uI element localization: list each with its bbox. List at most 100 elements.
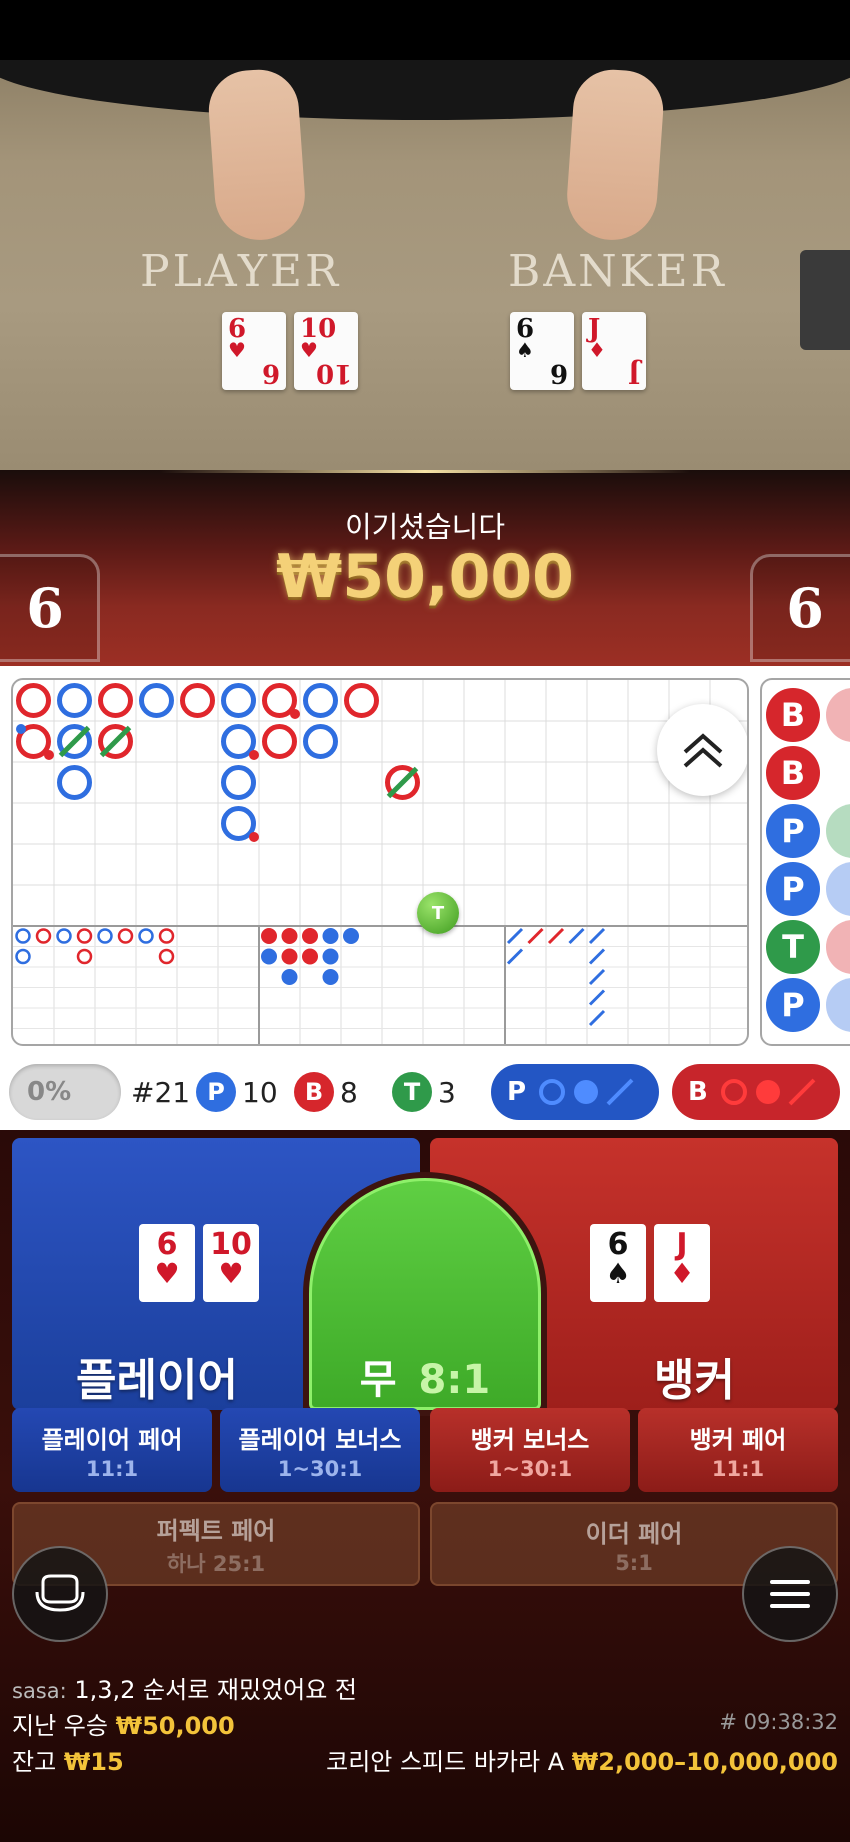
win-message: 이기셨습니다 — [344, 510, 506, 544]
tie-marker: T — [417, 892, 459, 934]
banker-bonus-bet[interactable]: 뱅커 보너스 1~30:1 — [430, 1408, 630, 1492]
last-win-line: 지난 우승 ₩50,000 — [12, 1706, 235, 1741]
expand-roadmap-button[interactable] — [657, 704, 747, 796]
round-count: #21 — [131, 1070, 190, 1114]
scoreboard-roads[interactable]: T — [11, 678, 749, 1046]
card-suit: ♥ — [228, 338, 246, 362]
card-suit: ♠ — [516, 338, 534, 362]
predict-player-label: P — [507, 1077, 527, 1107]
card-suit: ♥ — [218, 1257, 244, 1290]
banker-card-2: J ♦ — [654, 1224, 710, 1302]
card-suit: ♦ — [669, 1257, 695, 1290]
banker-score: 6 — [750, 554, 850, 662]
bead-road[interactable]: B B P P T P — [760, 678, 850, 1046]
player-bonus-bet[interactable]: 플레이어 보너스 1~30:1 — [220, 1408, 420, 1492]
predict-roads-icon — [539, 1078, 634, 1106]
player-bet-label: 플레이어 — [76, 1355, 238, 1406]
card-rank: 6 — [607, 1227, 629, 1262]
banner-glow-line — [160, 470, 690, 473]
card-rank: J — [676, 1227, 688, 1262]
tie-count: T 3 — [392, 1070, 456, 1114]
round-number: #21 — [131, 1075, 191, 1109]
banker-win-count: B 8 — [294, 1070, 358, 1114]
side-bet-odds: 1~30:1 — [277, 1456, 363, 1481]
tie-bet-surface: 무 8:1 — [309, 1178, 541, 1410]
banker-bet-label: 뱅커 — [654, 1355, 735, 1406]
table-rail — [0, 60, 850, 120]
card-rank: 6 — [156, 1227, 178, 1262]
table-banker-card-1: 6 ♠ 6 — [510, 312, 574, 390]
card-suit: ♥ — [154, 1257, 180, 1290]
side-bet-odds: 1~30:1 — [487, 1456, 573, 1481]
side-bet-odds: 5:1 — [615, 1550, 653, 1575]
bead-pill: B — [766, 746, 820, 800]
betting-area: 6 ♥ 10 ♥ 플레이어 6 ♠ J ♦ 뱅커 무 8:1 플레이어 페어 1… — [0, 1130, 850, 1842]
side-bet-name: 플레이어 보너스 — [238, 1425, 402, 1454]
tie-count-value: 3 — [438, 1075, 456, 1109]
bead-pill: P — [766, 978, 820, 1032]
last-win-label: 지난 우승 — [12, 1712, 108, 1740]
bead-pill: B — [766, 688, 820, 742]
bead-pill: P — [766, 804, 820, 858]
card-rank: 10 — [210, 1227, 252, 1262]
player-badge: P — [196, 1072, 236, 1112]
side-bet-odds: 11:1 — [711, 1456, 765, 1481]
bead-pill-ghost — [826, 688, 850, 742]
tie-bet-spot[interactable]: 무 8:1 — [303, 1172, 547, 1416]
side-bet-name: 퍼펙트 페어 — [156, 1516, 276, 1545]
roadmap-panel: T B B P P T P 0% #21 P 10 B 8 T 3 P B — [0, 666, 850, 1130]
card-rank-flipped: 6 — [549, 358, 568, 388]
chat-bubble-icon — [35, 1574, 85, 1612]
chevron-up-double-icon — [683, 733, 723, 768]
bead-pill-ghost — [826, 804, 850, 858]
hamburger-menu-icon — [770, 1580, 810, 1608]
banker-pair-bet[interactable]: 뱅커 페어 11:1 — [638, 1408, 838, 1492]
player-count-value: 10 — [242, 1075, 278, 1109]
chat-line: sasa: 1,3,2 순서로 재밌었어요 전 — [12, 1670, 357, 1705]
table-player-label: PLAYER — [140, 246, 342, 297]
player-pair-bet[interactable]: 플레이어 페어 11:1 — [12, 1408, 212, 1492]
table-info: 코리안 스피드 바카라 A ₩2,000–10,000,000 — [326, 1742, 838, 1777]
player-score: 6 — [0, 554, 100, 662]
side-bet-odds: 11:1 — [85, 1456, 139, 1481]
bead-pill: T — [766, 920, 820, 974]
last-win-amount: ₩50,000 — [115, 1712, 235, 1740]
card-suit: ♦ — [588, 338, 606, 362]
balance-line: 잔고 ₩15 — [12, 1742, 124, 1777]
tie-bet-label: 무 — [359, 1357, 397, 1403]
side-bet-name: 뱅커 페어 — [689, 1425, 787, 1454]
bead-pill: P — [766, 862, 820, 916]
tie-bet-odds: 8:1 — [418, 1357, 491, 1403]
player-predict-button[interactable]: P — [491, 1064, 659, 1120]
chat-button[interactable] — [12, 1546, 108, 1642]
bead-pill-ghost — [826, 920, 850, 974]
dealer-left-hand — [206, 67, 308, 243]
balance-amount: ₩15 — [63, 1748, 124, 1776]
balance-label: 잔고 — [12, 1748, 57, 1776]
chat-username: sasa: — [12, 1679, 67, 1703]
percent-toggle[interactable]: 0% — [9, 1064, 121, 1120]
card-rank-flipped: 6 — [261, 358, 280, 388]
table-name: 코리안 스피드 바카라 A — [326, 1748, 565, 1776]
player-win-count: P 10 — [196, 1070, 278, 1114]
bead-pill-ghost — [826, 862, 850, 916]
predict-roads-icon — [720, 1078, 816, 1106]
dealer-right-hand — [564, 67, 666, 243]
chat-message: 1,3,2 순서로 재밌었어요 전 — [74, 1676, 358, 1704]
card-rank-flipped: 10 — [315, 358, 352, 388]
table-limits: ₩2,000–10,000,000 — [571, 1748, 838, 1776]
menu-button[interactable] — [742, 1546, 838, 1642]
card-shoe — [800, 250, 850, 350]
table-player-card-2: 10 ♥ 10 — [294, 312, 358, 390]
road-grid — [13, 680, 747, 1044]
table-banker-label: BANKER — [508, 246, 727, 297]
player-card-2: 10 ♥ — [203, 1224, 259, 1302]
card-rank-flipped: J — [627, 358, 640, 388]
table-banker-card-2: J ♦ J — [582, 312, 646, 390]
side-bet-odds: 하나 25:1 — [166, 1551, 266, 1576]
player-card-1: 6 ♥ — [139, 1224, 195, 1302]
card-suit: ♠ — [605, 1257, 631, 1290]
side-bet-name: 이더 페어 — [585, 1519, 683, 1548]
banker-predict-button[interactable]: B — [672, 1064, 840, 1120]
table-player-card-1: 6 ♥ 6 — [222, 312, 286, 390]
